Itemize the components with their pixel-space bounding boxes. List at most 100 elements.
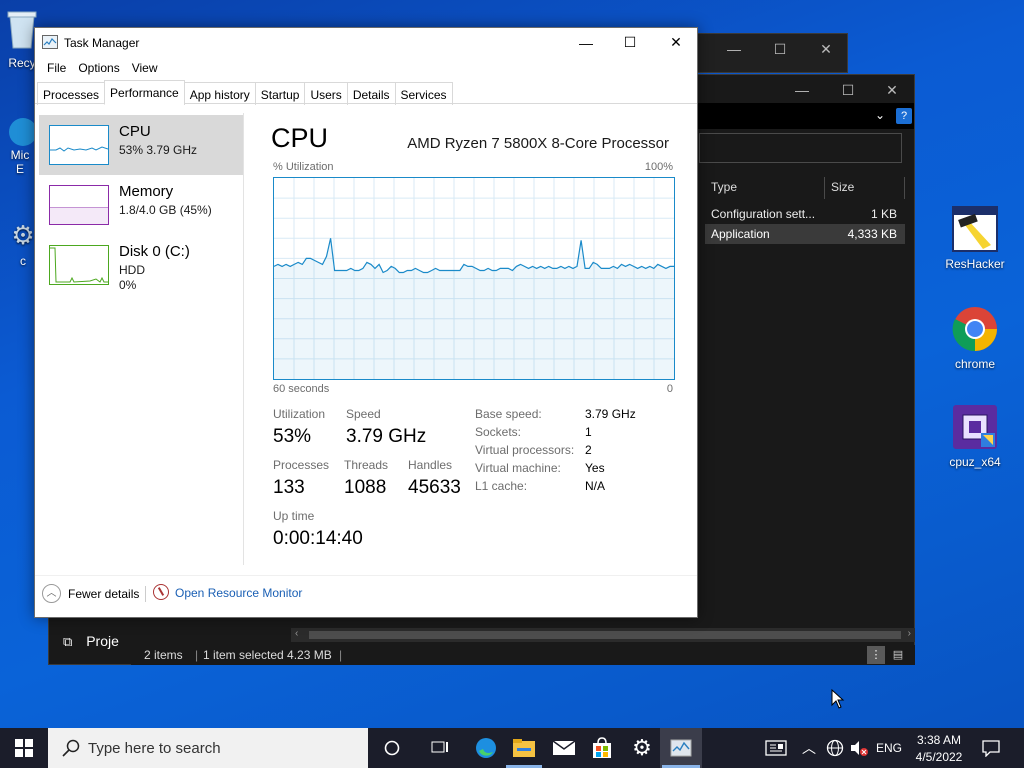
clock[interactable]: 3:38 AM 4/5/2022 (906, 730, 972, 766)
status-items: 2 items (144, 648, 183, 662)
column-header-type[interactable]: Type (709, 177, 825, 199)
resource-list: CPU 53% 3.79 GHz Memory 1.8/4.0 GB (45%)… (37, 113, 244, 565)
x-axis-label: 60 seconds (273, 383, 330, 395)
help-icon[interactable]: ? (896, 108, 912, 124)
title-bar[interactable]: Task Manager — ☐ ✕ (35, 28, 697, 58)
minimize-icon[interactable]: — (779, 75, 825, 105)
task-view-icon[interactable] (420, 728, 460, 768)
cpu-model: AMD Ryzen 7 5800X 8-Core Processor (407, 135, 669, 152)
column-header-size[interactable]: Size (831, 177, 905, 199)
threads-value: 1088 (344, 477, 387, 498)
page-title: CPU (271, 123, 329, 153)
detail-value: Yes (585, 461, 605, 475)
cortana-icon[interactable] (372, 728, 412, 768)
task-manager-icon (42, 35, 58, 49)
utilization-label: Utilization (273, 407, 326, 421)
detail-value: 2 (585, 443, 592, 457)
settings-taskbar-icon[interactable]: ⚙ (622, 728, 662, 768)
edge-label-1: Mic (10, 148, 30, 162)
clock-time: 3:38 AM (916, 733, 962, 747)
speed-label: Speed (346, 407, 381, 421)
menu-view[interactable]: View (126, 58, 164, 80)
edge-taskbar-icon[interactable] (466, 728, 506, 768)
search-box[interactable] (699, 133, 902, 163)
cpu-thumbnail-graph (49, 125, 109, 165)
chevron-down-icon[interactable]: ⌄ (875, 108, 885, 122)
y-axis-label: % Utilization (273, 161, 334, 173)
chrome-icon (951, 305, 999, 353)
detail-key: Virtual machine: (475, 461, 561, 475)
horizontal-scrollbar[interactable]: ‹ › (291, 628, 915, 642)
scroll-thumb[interactable] (309, 631, 901, 639)
open-resource-monitor-link[interactable]: Open Resource Monitor (175, 586, 302, 600)
news-tray-icon[interactable] (756, 728, 796, 768)
close-icon[interactable]: ✕ (653, 28, 699, 57)
notifications-icon[interactable] (972, 728, 1010, 768)
desktop-icon-reshacker[interactable]: ResHacker (940, 205, 1010, 271)
edge-label-2: E (15, 162, 24, 176)
input-language[interactable]: ENG (876, 741, 902, 755)
detail-key: Virtual processors: (475, 443, 575, 457)
tab-users[interactable]: Users (304, 82, 348, 105)
footer: ︿ Fewer details Open Resource Monitor (35, 575, 697, 617)
folder-icon: ⧉ (63, 634, 73, 649)
resource-detail: HDD (119, 263, 145, 277)
chrome-label: chrome (954, 357, 995, 371)
maximize-icon[interactable]: ☐ (825, 75, 871, 105)
taskbar-search-box[interactable]: Type here to search (48, 728, 368, 768)
menu-bar: File Options View (35, 58, 697, 80)
processes-value: 133 (273, 477, 305, 498)
maximize-icon[interactable]: ☐ (757, 34, 803, 64)
file-type: Configuration sett... (711, 207, 816, 221)
resource-disk[interactable]: Disk 0 (C:) HDD 0% (39, 235, 243, 295)
task-manager-taskbar-icon[interactable] (660, 728, 702, 768)
threads-label: Threads (344, 458, 389, 472)
uptime-value: 0:00:14:40 (273, 528, 363, 549)
nav-item-project[interactable]: ⧉ Proje (63, 633, 119, 650)
close-icon[interactable]: ✕ (869, 75, 915, 105)
tab-details[interactable]: Details (346, 82, 396, 105)
volume-muted-icon[interactable] (842, 728, 876, 768)
resource-name: CPU (119, 123, 151, 140)
reshacker-label: ResHacker (945, 257, 1005, 271)
scroll-right-icon[interactable]: › (908, 628, 911, 639)
resource-cpu[interactable]: CPU 53% 3.79 GHz (39, 115, 243, 175)
scroll-left-icon[interactable]: ‹ (295, 628, 298, 639)
mail-taskbar-icon[interactable] (544, 728, 584, 768)
file-explorer-taskbar-icon[interactable] (504, 728, 544, 768)
cpu-chart-svg (273, 178, 674, 379)
tab-app-history[interactable]: App history (183, 82, 256, 105)
file-row[interactable]: Configuration sett... 1 KB (705, 204, 905, 224)
store-taskbar-icon[interactable] (582, 728, 622, 768)
menu-file[interactable]: File (41, 58, 72, 80)
start-button[interactable] (4, 728, 44, 768)
search-icon (62, 739, 80, 757)
file-row-selected[interactable]: Application 4,333 KB (705, 224, 905, 244)
gear-icon: ⚙ (11, 220, 35, 250)
fewer-details-label: Fewer details (68, 587, 140, 601)
status-bar: 2 items | 1 item selected 4.23 MB | ⋮ ▤ (131, 645, 915, 665)
minimize-icon[interactable]: — (711, 34, 757, 64)
maximize-icon[interactable]: ☐ (607, 28, 653, 57)
tiles-view-icon[interactable]: ▤ (889, 646, 907, 664)
utilization-value: 53% (273, 426, 312, 447)
resource-detail-2: 0% (119, 278, 137, 292)
tab-performance[interactable]: Performance (104, 80, 185, 105)
tab-services[interactable]: Services (394, 82, 453, 105)
detail-value: 3.79 GHz (585, 407, 636, 421)
minimize-icon[interactable]: — (563, 28, 609, 57)
cpu-utilization-chart (273, 177, 675, 380)
menu-options[interactable]: Options (72, 58, 125, 80)
resource-memory[interactable]: Memory 1.8/4.0 GB (45%) (39, 175, 243, 235)
tab-processes[interactable]: Processes (37, 82, 106, 105)
file-size: 4,333 KB (847, 227, 897, 241)
detail-key: Sockets: (475, 425, 522, 439)
desktop-icon-cpuz[interactable]: cpuz_x64 (940, 403, 1010, 469)
tab-startup[interactable]: Startup (254, 82, 306, 105)
speed-value: 3.79 GHz (346, 426, 427, 447)
close-icon[interactable]: ✕ (803, 34, 849, 64)
processes-label: Processes (273, 458, 330, 472)
desktop-icon-chrome[interactable]: chrome (940, 305, 1010, 371)
desktop-icon-edge[interactable]: Mic E (4, 110, 37, 176)
details-view-icon[interactable]: ⋮ (867, 646, 885, 664)
